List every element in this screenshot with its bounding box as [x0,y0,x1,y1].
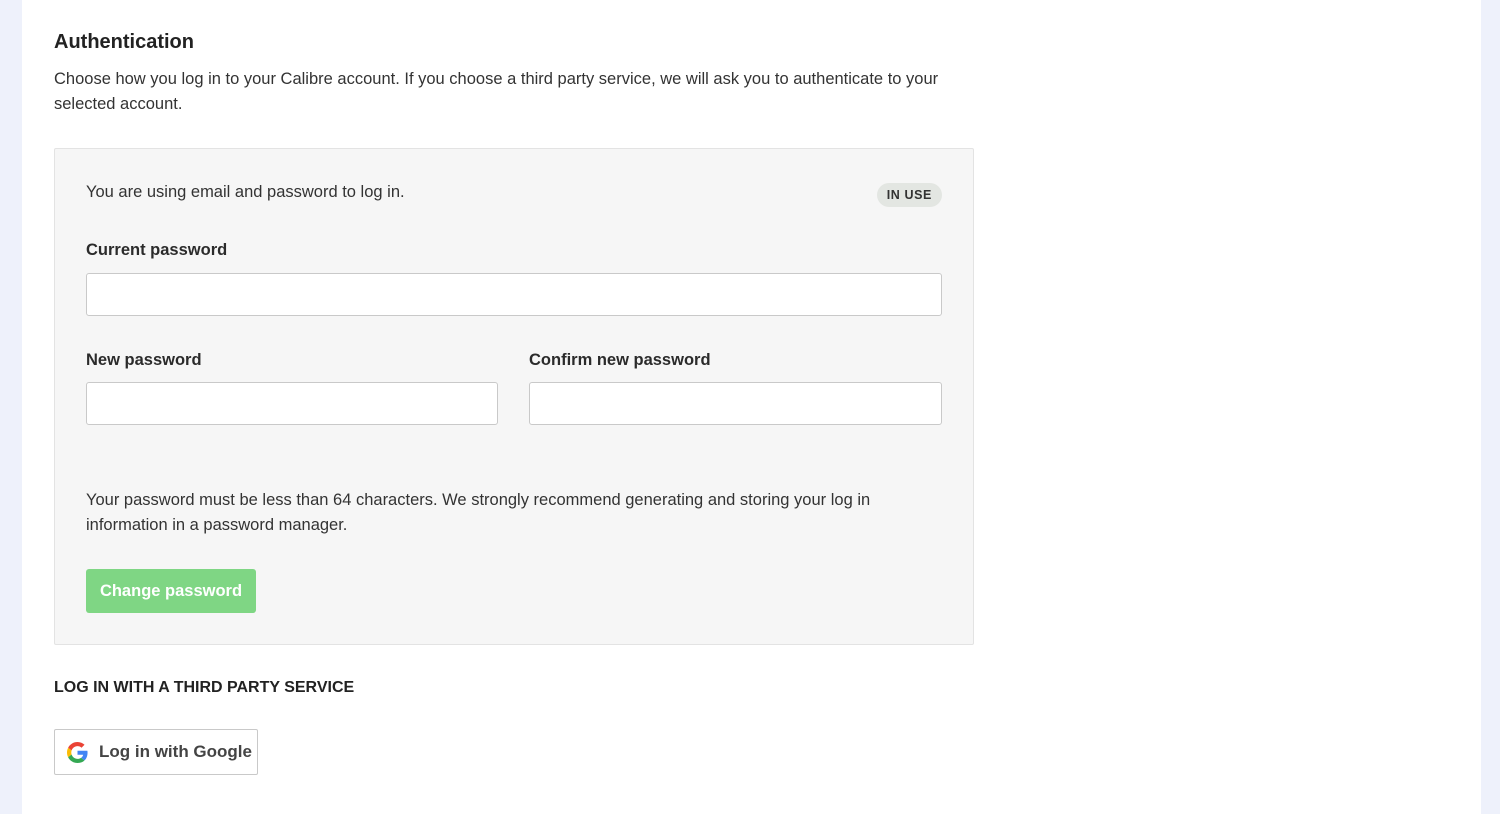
password-help-text: Your password must be less than 64 chara… [86,491,871,534]
new-password-label: New password [86,351,202,369]
confirm-password-label: Confirm new password [529,351,711,369]
section-title: Authentication [54,31,194,53]
email-password-panel: You are using email and password to log … [54,148,974,645]
third-party-heading: LOG IN WITH A THIRD PARTY SERVICE [54,679,355,696]
current-password-label: Current password [86,241,228,259]
new-password-input[interactable] [86,382,498,425]
in-use-badge: IN USE [876,183,942,207]
section-description: Choose how you log in to your Calibre ac… [54,70,939,113]
change-password-button[interactable]: Change password [86,569,256,613]
auth-status-text: You are using email and password to log … [86,183,405,201]
current-password-input[interactable] [86,273,942,316]
google-icon [67,741,88,763]
google-login-button[interactable]: Log in with Google [54,729,258,775]
confirm-password-input[interactable] [529,382,942,425]
settings-page: Authentication Choose how you log in to … [22,0,1481,814]
google-login-label: Log in with Google [99,742,252,761]
